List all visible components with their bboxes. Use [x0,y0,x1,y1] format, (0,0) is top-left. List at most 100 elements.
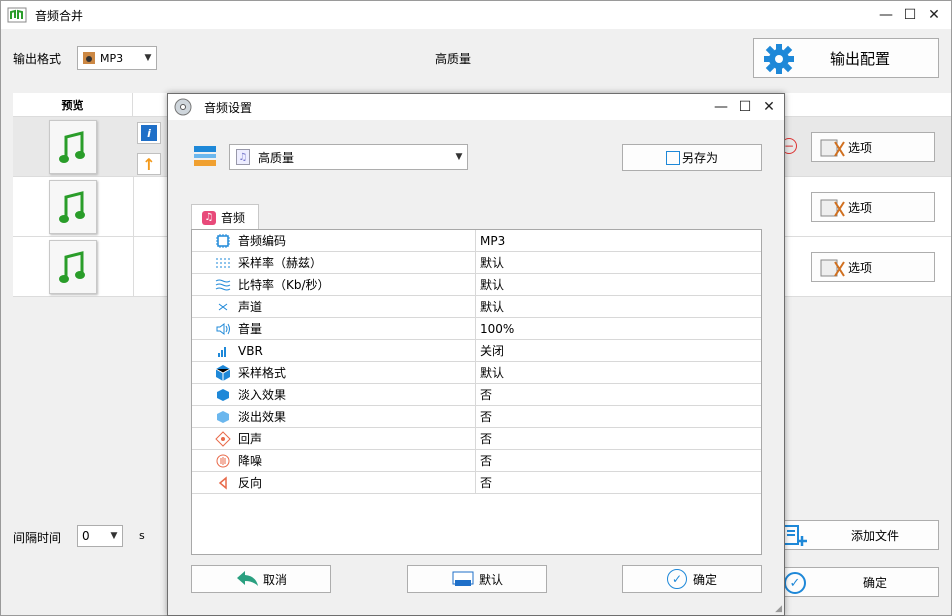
resize-grip-icon[interactable]: ◢ [775,604,782,614]
default-button[interactable]: 默认 [407,565,547,593]
save-disk-icon [665,150,680,165]
property-value[interactable]: 否 [476,452,492,469]
check-circle-icon: ✓ [666,569,687,589]
save-as-button[interactable]: 另存为 [622,144,762,171]
property-value[interactable]: 默认 [476,254,504,271]
property-value[interactable]: 否 [476,386,492,403]
output-config-button[interactable]: 输出配置 [753,38,939,78]
column-divider [133,177,134,237]
video-edit-icon [820,258,846,278]
dialog-titlebar: 音频设置 — ☐ ✕ [168,94,784,120]
tab-audio[interactable]: ♫ 音频 [191,204,259,230]
property-row[interactable]: VBR 关闭 [192,340,761,362]
gear-icon [762,42,796,76]
property-name: 回声 [238,432,263,446]
main-ok-label: 确定 [862,575,887,590]
property-grid: 音频编码 MP3 采样率（赫兹） 默认 比特率（Kb/秒） 默认 声道 默认 音… [191,229,762,555]
preset-select[interactable]: ♫ 高质量 ▼ [229,144,468,170]
chevron-down-icon: ▼ [455,152,463,162]
dialog-title: 音频设置 [204,100,253,115]
save-as-label: 另存为 [681,151,718,165]
fade-out-icon [214,408,232,426]
property-value[interactable]: 关闭 [476,342,504,359]
chevron-down-icon: ▼ [110,531,118,541]
info-button[interactable]: i [137,122,161,144]
property-value[interactable]: 默认 [476,276,504,293]
cancel-button[interactable]: 取消 [191,565,331,593]
preset-value: 高质量 [258,150,295,165]
property-row[interactable]: 淡入效果 否 [192,384,761,406]
property-row[interactable]: 音频编码 MP3 [192,230,761,252]
video-edit-icon [820,198,846,218]
options-button[interactable]: 选项 [811,132,935,162]
property-row[interactable]: 淡出效果 否 [192,406,761,428]
interval-label: 间隔时间 [13,531,62,545]
options-label: 选项 [848,260,873,275]
options-button[interactable]: 选项 [811,192,935,222]
property-row[interactable]: 回声 否 [192,428,761,450]
property-name: VBR [238,343,263,358]
property-name: 降噪 [238,454,263,468]
video-edit-icon [820,138,846,158]
property-name: 淡入效果 [238,388,287,402]
property-name: 采样格式 [238,366,287,380]
audio-file-thumbnail-icon [49,180,97,234]
property-row[interactable]: 声道 默认 [192,296,761,318]
property-value[interactable]: 100% [476,322,514,336]
main-ok-button[interactable]: ✓ 确定 [771,567,939,597]
property-name: 声道 [238,300,263,314]
chevron-down-icon: ▼ [144,53,152,63]
property-value[interactable]: 否 [476,474,492,491]
music-note-icon: ♫ [202,210,216,225]
options-button[interactable]: 选项 [811,252,935,282]
minimize-button[interactable]: — [875,4,897,26]
quality-label: 高质量 [435,52,472,66]
property-value[interactable]: MP3 [476,234,505,248]
options-label: 选项 [848,200,873,215]
property-value[interactable]: 否 [476,408,492,425]
property-row[interactable]: 采样格式 默认 [192,362,761,384]
output-format-select[interactable]: MP3 ▼ [77,46,157,70]
interval-select[interactable]: 0 ▼ [77,525,123,547]
column-divider [133,237,134,297]
property-row[interactable]: 音量 100% [192,318,761,340]
property-value[interactable]: 默认 [476,364,504,381]
preview-column-header: 预览 [13,93,133,117]
move-up-button[interactable]: ↑ [137,153,161,175]
confirm-button[interactable]: ✓ 确定 [622,565,762,593]
bitrate-wave-icon [214,276,232,294]
sample-rate-icon [214,254,232,272]
property-value[interactable]: 默认 [476,298,504,315]
property-row[interactable]: 反向 否 [192,472,761,494]
property-row[interactable]: 比特率（Kb/秒） 默认 [192,274,761,296]
audio-settings-dialog: 音频设置 — ☐ ✕ ♫ 高质量 ▼ 另存为 ♫ 音频 音频编码 MP3 采样率… [167,93,785,616]
property-row[interactable]: 降噪 否 [192,450,761,472]
property-name: 反向 [238,476,263,490]
confirm-label: 确定 [692,572,717,587]
property-name: 淡出效果 [238,410,287,424]
property-name: 音量 [238,322,263,336]
vbr-bars-icon [214,342,232,360]
maximize-button[interactable]: ☐ [899,4,921,26]
dialog-close-button[interactable]: ✕ [758,96,780,118]
denoise-icon [214,452,232,470]
check-circle-icon: ✓ [784,572,806,594]
output-format-label: 输出格式 [13,52,62,66]
channel-icon [214,298,232,316]
property-row[interactable]: 采样率（赫兹） 默认 [192,252,761,274]
main-titlebar: 音频合并 — ☐ ✕ [1,1,951,29]
dialog-maximize-button[interactable]: ☐ [734,96,756,118]
audio-disc-icon [174,98,192,116]
property-value[interactable]: 否 [476,430,492,447]
app-logo-icon [7,5,27,25]
options-label: 选项 [848,140,873,155]
info-icon: i [141,125,157,141]
undo-arrow-icon [235,569,261,589]
add-file-button[interactable]: 添加文件 [771,520,939,550]
default-preset-icon [451,570,475,588]
output-config-label: 输出配置 [829,49,890,68]
dialog-minimize-button[interactable]: — [710,96,732,118]
default-label: 默认 [478,572,503,587]
main-title: 音频合并 [35,8,84,23]
close-button[interactable]: ✕ [923,4,945,26]
